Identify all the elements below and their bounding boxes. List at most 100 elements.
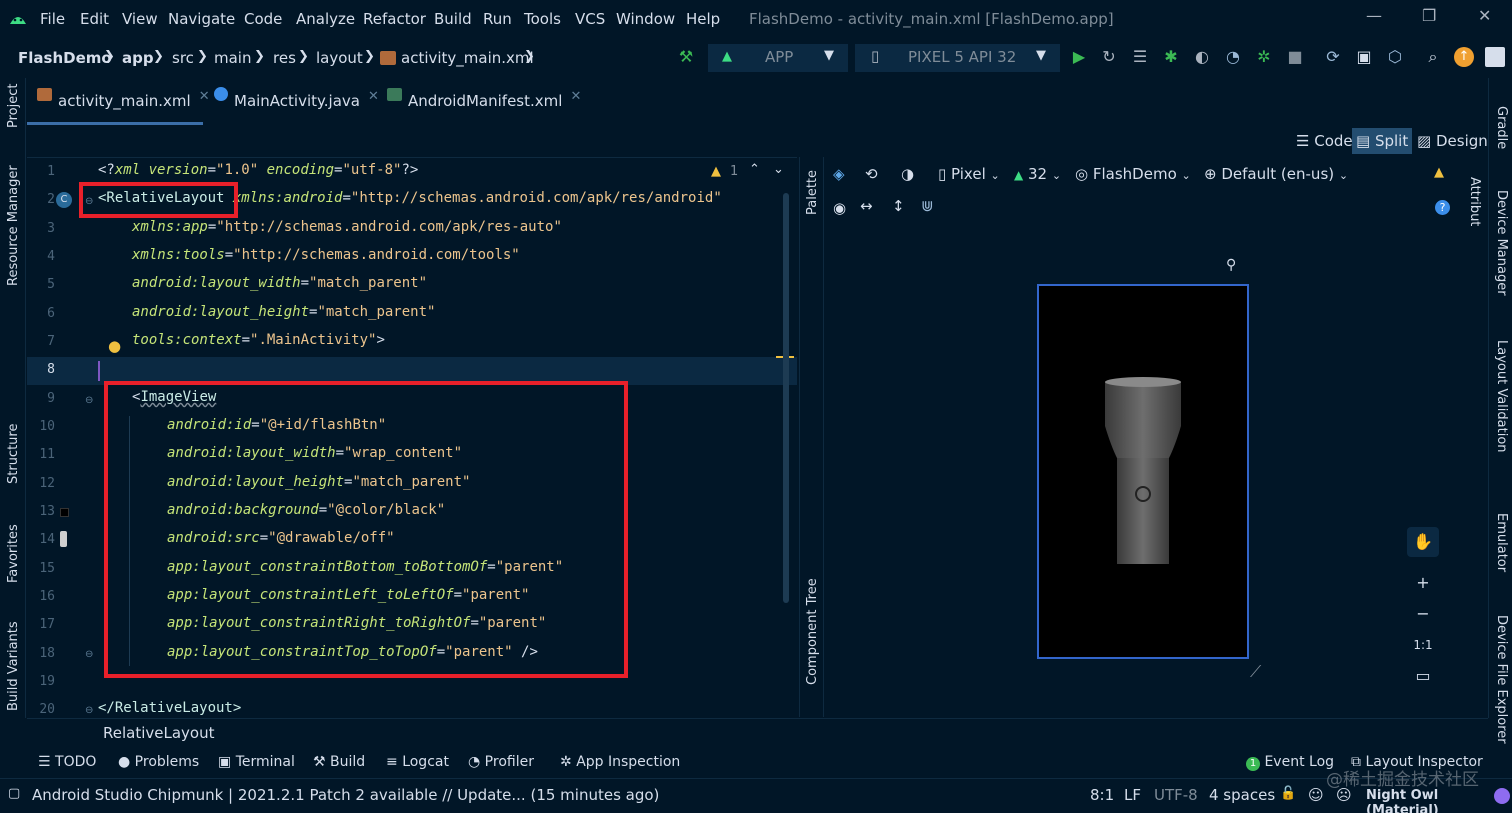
menu-file[interactable]: File [40, 10, 65, 28]
problems-tool-button[interactable]: ● Problems [118, 754, 199, 770]
xml-breadcrumb-item[interactable]: RelativeLayout [103, 724, 214, 742]
menu-code[interactable]: Code [244, 10, 282, 28]
stop-icon[interactable]: ■ [1285, 47, 1305, 67]
api-select-button[interactable]: ▲ 32 ⌄ [1014, 165, 1061, 183]
device-file-explorer-tool-button[interactable]: Device File Explorer [1494, 615, 1509, 744]
close-tab-icon[interactable]: ✕ [199, 89, 210, 104]
warning-icon[interactable]: ▲ [711, 164, 721, 179]
next-highlight-icon[interactable]: ⌄ [773, 162, 784, 177]
previous-highlight-icon[interactable]: ⌃ [749, 162, 760, 177]
menu-build[interactable]: Build [434, 10, 472, 28]
pan-icon[interactable]: ✋ [1407, 527, 1439, 557]
device-preview[interactable] [1037, 284, 1249, 659]
layout-validation-tool-button[interactable]: Layout Validation [1494, 340, 1509, 453]
layers-icon[interactable]: ◈ [833, 165, 845, 183]
fold-icon[interactable]: ⊖ [85, 649, 93, 660]
update-icon[interactable]: ↑ [1454, 47, 1474, 67]
tab-main-activity[interactable]: MainActivity.java ✕ [214, 86, 379, 124]
zoom-actual-button[interactable]: 1:1 [1407, 630, 1439, 660]
structure-tool-button[interactable]: Structure [6, 424, 21, 484]
eye-icon[interactable]: ◉ [833, 199, 846, 217]
event-log-tool-button[interactable]: 1 Event Log [1246, 754, 1334, 771]
zoom-in-button[interactable]: + [1407, 568, 1439, 598]
fold-icon[interactable]: ⊖ [85, 395, 93, 406]
menu-window[interactable]: Window [616, 10, 675, 28]
code-view-button[interactable]: ☰ Code [1292, 128, 1357, 154]
zoom-out-button[interactable]: − [1407, 599, 1439, 629]
help-icon[interactable]: ? [1435, 200, 1450, 215]
warning-icon[interactable]: ▲ [1434, 165, 1444, 180]
menu-analyze[interactable]: Analyze [296, 10, 355, 28]
line-separator[interactable]: LF [1124, 786, 1141, 804]
favorites-tool-button[interactable]: Favorites [6, 524, 21, 583]
device-select-button[interactable]: ▯ Pixel ⌄ [938, 165, 1000, 183]
horizontal-resize-icon[interactable]: ↔ [860, 197, 873, 215]
device-manager-tool-button[interactable]: Device Manager [1494, 190, 1509, 296]
minimize-icon[interactable]: — [1366, 6, 1382, 25]
inspector-face-icon[interactable]: ☺ [1308, 786, 1324, 804]
breadcrumb-main[interactable]: main [214, 49, 251, 67]
breadcrumb-src[interactable]: src [172, 49, 194, 67]
profile-icon[interactable]: ◔ [1223, 47, 1243, 67]
breadcrumb-res[interactable]: res [273, 49, 296, 67]
menu-refactor[interactable]: Refactor [363, 10, 426, 28]
build-variants-tool-button[interactable]: Build Variants [6, 621, 21, 711]
build-tool-button[interactable]: ⚒ Build [313, 754, 365, 770]
profiler-tool-button[interactable]: ◔ Profiler [468, 754, 534, 770]
menu-edit[interactable]: Edit [80, 10, 109, 28]
menu-navigate[interactable]: Navigate [168, 10, 235, 28]
tab-android-manifest[interactable]: AndroidManifest.xml ✕ [387, 86, 581, 124]
split-view-button[interactable]: ▤ Split [1352, 128, 1413, 154]
wrench-icon[interactable]: ⚲ [1226, 257, 1236, 273]
search-icon[interactable]: ⌕ [1423, 47, 1443, 67]
editor-scrollbar[interactable] [783, 193, 789, 603]
project-tool-button[interactable]: Project [6, 84, 21, 128]
device-select[interactable]: ▯ PIXEL 5 API 32 ▼ [855, 44, 1060, 72]
lightbulb-icon[interactable]: ● [108, 337, 121, 355]
apply-code-changes-icon[interactable]: ☰ [1130, 47, 1150, 67]
run-icon[interactable]: ▶ [1069, 47, 1089, 67]
attach-debugger-icon[interactable]: ✲ [1254, 47, 1274, 67]
indent-setting[interactable]: 4 spaces [1209, 786, 1275, 804]
file-encoding[interactable]: UTF-8 [1154, 786, 1198, 804]
avatar[interactable] [1485, 47, 1505, 67]
lock-icon[interactable]: 🔓 [1280, 786, 1296, 801]
status-message[interactable]: Android Studio Chipmunk | 2021.2.1 Patch… [32, 786, 659, 804]
emulator-tool-button[interactable]: Emulator [1494, 513, 1509, 572]
orientation-icon[interactable]: ⟲ [865, 165, 878, 183]
palette-tool-button[interactable]: Palette [805, 170, 820, 215]
logcat-tool-button[interactable]: ≡ Logcat [386, 754, 449, 770]
close-window-icon[interactable]: ✕ [1478, 6, 1491, 25]
theme-select-button[interactable]: ◎ FlashDemo ⌄ [1075, 165, 1191, 183]
coverage-icon[interactable]: ◐ [1192, 47, 1212, 67]
menu-vcs[interactable]: VCS [575, 10, 605, 28]
close-tab-icon[interactable]: ✕ [570, 89, 581, 104]
component-tree-tool-button[interactable]: Component Tree [805, 578, 820, 685]
apply-changes-icon[interactable]: ↻ [1099, 47, 1119, 67]
fold-icon[interactable]: ⊖ [85, 705, 93, 716]
resize-handle-icon[interactable]: ⟋ [1250, 662, 1261, 682]
toggle-tool-windows-icon[interactable]: ▢ [8, 786, 20, 801]
device-manager-icon[interactable]: ▣ [1354, 47, 1374, 67]
debug-icon[interactable]: ✱ [1161, 47, 1181, 67]
theme-name[interactable]: Night Owl (Material) [1366, 788, 1512, 813]
tab-activity-main[interactable]: activity_main.xml ✕ [37, 86, 210, 124]
breadcrumb-project[interactable]: FlashDemo [18, 49, 112, 67]
sdk-manager-icon[interactable]: ⬡ [1385, 47, 1405, 67]
restore-icon[interactable]: ❐ [1422, 6, 1436, 25]
breadcrumb-file[interactable]: activity_main.xml [401, 49, 534, 67]
color-swatch-icon[interactable] [60, 508, 69, 517]
caret-position[interactable]: 8:1 [1090, 786, 1114, 804]
vertical-resize-icon[interactable]: ↕ [892, 197, 905, 215]
close-tab-icon[interactable]: ✕ [368, 89, 379, 104]
menu-view[interactable]: View [122, 10, 158, 28]
breadcrumb-app[interactable]: app [122, 49, 154, 67]
resource-manager-tool-button[interactable]: Resource Manager [6, 165, 21, 286]
breadcrumb-layout[interactable]: layout [316, 49, 363, 67]
terminal-tool-button[interactable]: ▣ Terminal [218, 754, 295, 770]
menu-run[interactable]: Run [483, 10, 512, 28]
class-gutter-icon[interactable]: C [56, 192, 72, 208]
sync-gradle-icon[interactable]: ⟳ [1323, 47, 1343, 67]
drawable-preview-icon[interactable] [60, 531, 67, 547]
night-mode-icon[interactable]: ◑ [901, 165, 914, 183]
